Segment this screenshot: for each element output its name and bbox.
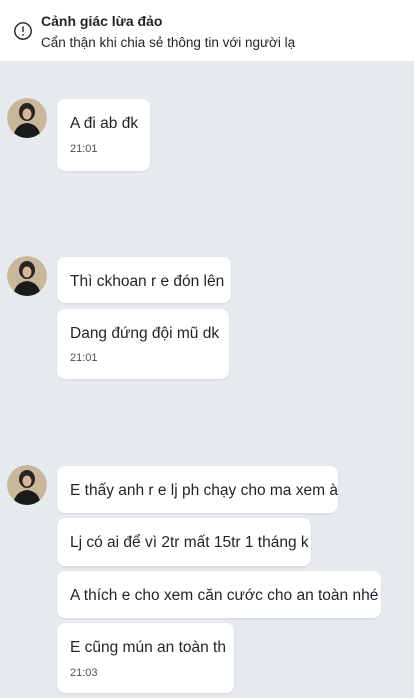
message-text: Lj có ai để vì 2tr mất 15tr 1 tháng k xyxy=(70,534,309,551)
avatar-image xyxy=(7,256,47,296)
message-text: Dang đứng đội mũ dk xyxy=(70,325,220,342)
message-time: 21:03 xyxy=(70,667,98,679)
message-bubble[interactable]: E thấy anh r e lj ph chạy cho ma xem à xyxy=(57,466,338,513)
message-bubble[interactable]: A đi ab đk 21:01 xyxy=(57,99,150,171)
message-text: A thích e cho xem căn cước cho an toàn n… xyxy=(70,587,379,604)
sender-avatar[interactable] xyxy=(7,256,47,296)
message-bubble[interactable]: Dang đứng đội mũ dk 21:01 xyxy=(57,309,229,379)
message-text: E cũng mún an toàn th xyxy=(70,639,226,656)
message-time: 21:01 xyxy=(70,143,98,155)
avatar-image xyxy=(7,98,47,138)
sender-avatar[interactable] xyxy=(7,465,47,505)
message-bubble[interactable]: E cũng mún an toàn th 21:03 xyxy=(57,623,234,693)
message-bubble[interactable]: Thì ckhoan r e đón lên xyxy=(57,257,231,303)
message-bubble[interactable]: Lj có ai để vì 2tr mất 15tr 1 tháng k xyxy=(57,518,311,566)
sender-avatar[interactable] xyxy=(7,98,47,138)
message-text: Thì ckhoan r e đón lên xyxy=(70,273,225,290)
scam-warning-banner: Cảnh giác lừa đảo Cẩn thận khi chia sẻ t… xyxy=(0,0,414,62)
message-text: A đi ab đk xyxy=(70,115,139,132)
alert-circle-icon xyxy=(14,22,32,40)
message-text: E thấy anh r e lj ph chạy cho ma xem à xyxy=(70,482,338,499)
banner-title: Cảnh giác lừa đảo xyxy=(41,13,163,29)
message-bubble[interactable]: A thích e cho xem căn cước cho an toàn n… xyxy=(57,571,381,618)
message-time: 21:01 xyxy=(70,352,98,364)
avatar-image xyxy=(7,465,47,505)
banner-subtitle: Cẩn thận khi chia sẻ thông tin với người… xyxy=(41,35,296,50)
